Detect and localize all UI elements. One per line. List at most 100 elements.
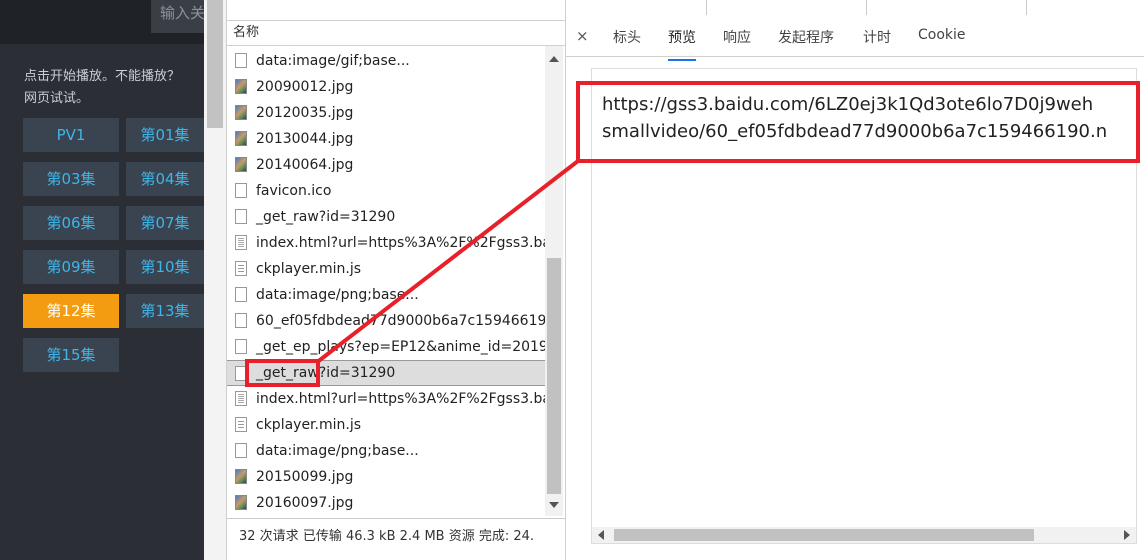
request-row[interactable]: data:image/gif;base... xyxy=(227,48,545,74)
ruler-tick xyxy=(866,0,867,15)
request-count: 32 次请求 xyxy=(239,529,299,544)
file-icon xyxy=(235,287,247,302)
episode-button-pv1[interactable]: PV1 xyxy=(23,118,119,152)
file-icon xyxy=(235,366,247,381)
playback-notice: 点击开始播放。不能播放？ 网页试试。 xyxy=(24,66,204,110)
notice-line-1: 点击开始播放。不能播放？ xyxy=(24,69,181,84)
file-icon xyxy=(235,209,247,224)
resource-size: 2.4 MB 资源 xyxy=(399,529,475,544)
request-detail-pane: × 标头 预览 响应 发起程序 计时 Cookie https://gss3.b… xyxy=(566,15,1144,560)
episode-button-09[interactable]: 第09集 xyxy=(23,250,119,284)
list-scrollbar-thumb[interactable] xyxy=(547,258,561,494)
episode-button-03[interactable]: 第03集 xyxy=(23,162,119,196)
request-name: _get_raw?id=31290 xyxy=(256,209,396,225)
preview-scrollbar-thumb[interactable] xyxy=(614,529,1034,541)
script-icon xyxy=(235,417,247,432)
request-name: data:image/png;base... xyxy=(256,287,419,303)
file-icon xyxy=(235,53,247,68)
list-scrollbar[interactable] xyxy=(545,46,563,516)
preview-horizontal-scrollbar[interactable] xyxy=(592,527,1136,543)
request-name: ckplayer.min.js xyxy=(256,261,362,277)
tab-cookies[interactable]: Cookie xyxy=(918,27,966,43)
image-icon xyxy=(235,131,247,146)
episode-button-01[interactable]: 第01集 xyxy=(126,118,204,152)
transferred-size: 已传输 46.3 kB xyxy=(302,529,396,544)
tab-response[interactable]: 响应 xyxy=(723,27,751,47)
request-row[interactable]: _get_ep_plays?ep=EP12&anime_id=2019000 xyxy=(227,334,545,360)
request-name: _get_ep_plays?ep=EP12&anime_id=2019000 xyxy=(256,339,545,355)
scroll-down-arrow-icon[interactable] xyxy=(549,502,559,508)
file-icon xyxy=(235,443,247,458)
request-name: _get_raw?id=31290 xyxy=(256,365,396,381)
request-name: index.html?url=https%3A%2F%2Fgss3.baid..… xyxy=(256,235,545,251)
request-row[interactable]: 20090012.jpg xyxy=(227,74,545,100)
request-row[interactable]: index.html?url=https%3A%2F%2Fgss3.baid..… xyxy=(227,230,545,256)
network-summary-bar: 32 次请求 已传输 46.3 kB 2.4 MB 资源 完成: 24. xyxy=(227,518,565,560)
episode-button-06[interactable]: 第06集 xyxy=(23,206,119,240)
request-row[interactable]: 20120035.jpg xyxy=(227,100,545,126)
episode-button-12-active[interactable]: 第12集 xyxy=(23,294,119,328)
page-scrollbar-thumb[interactable] xyxy=(207,0,223,128)
finish-time: 完成: 24. xyxy=(478,529,535,544)
request-row[interactable]: 20160097.jpg xyxy=(227,490,545,516)
request-name: ckplayer.min.js xyxy=(256,417,362,433)
episode-button-13[interactable]: 第13集 xyxy=(126,294,204,328)
request-row[interactable]: 20130044.jpg xyxy=(227,126,545,152)
request-name: index.html?url=https%3A%2F%2Fgss3.baid..… xyxy=(256,391,545,407)
ruler-tick xyxy=(706,0,707,15)
script-icon xyxy=(235,261,247,276)
preview-url-text[interactable]: https://gss3.baidu.com/6LZ0ej3k1Qd3ote6l… xyxy=(602,91,1107,145)
request-name: 20130044.jpg xyxy=(256,131,354,147)
request-row[interactable]: ckplayer.min.js xyxy=(227,256,545,282)
name-column-header[interactable]: 名称 xyxy=(227,20,565,46)
close-icon[interactable]: × xyxy=(576,27,589,45)
request-row[interactable]: 20140064.jpg xyxy=(227,152,545,178)
episode-button-07[interactable]: 第07集 xyxy=(126,206,204,240)
image-icon xyxy=(235,105,247,120)
request-name: 20140064.jpg xyxy=(256,157,354,173)
tab-preview[interactable]: 预览 xyxy=(668,27,696,61)
file-icon xyxy=(235,183,247,198)
request-name: data:image/gif;base... xyxy=(256,53,410,69)
preview-content: https://gss3.baidu.com/6LZ0ej3k1Qd3ote6l… xyxy=(591,68,1137,544)
request-name: 20120035.jpg xyxy=(256,105,354,121)
tab-headers[interactable]: 标头 xyxy=(613,27,641,47)
file-icon xyxy=(235,313,247,328)
document-icon xyxy=(235,235,247,250)
request-row[interactable]: index.html?url=https%3A%2F%2Fgss3.baid..… xyxy=(227,386,545,412)
url-line-2: smallvideo/60_ef05fdbdead77d9000b6a7c159… xyxy=(602,121,1108,142)
url-line-1: https://gss3.baidu.com/6LZ0ej3k1Qd3ote6l… xyxy=(602,94,1094,115)
video-site-panel: 输入关 点击开始播放。不能播放？ 网页试试。 PV1 第01集 第03集 第04… xyxy=(0,0,204,560)
page-scrollbar[interactable] xyxy=(204,0,226,560)
network-request-list: 名称 data:image/gif;base... 20090012.jpg 201… xyxy=(226,0,566,560)
image-icon xyxy=(235,79,247,94)
request-name: 20150099.jpg xyxy=(256,469,354,485)
request-row[interactable]: _get_raw?id=31290 xyxy=(227,204,545,230)
request-row[interactable]: favicon.ico xyxy=(227,178,545,204)
request-row-selected[interactable]: _get_raw?id=31290 xyxy=(227,360,545,386)
document-icon xyxy=(235,391,247,406)
image-icon xyxy=(235,469,247,484)
scroll-up-arrow-icon[interactable] xyxy=(549,56,559,62)
request-row[interactable]: 60_ef05fdbdead77d9000b6a7c159466190... xyxy=(227,308,545,334)
request-row[interactable]: data:image/png;base... xyxy=(227,282,545,308)
detail-tabs: × 标头 预览 响应 发起程序 计时 Cookie xyxy=(566,15,1144,61)
request-name: 60_ef05fdbdead77d9000b6a7c159466190... xyxy=(256,313,545,329)
request-name: favicon.ico xyxy=(256,183,332,199)
file-icon xyxy=(235,339,247,354)
image-icon xyxy=(235,495,247,510)
scroll-right-arrow-icon[interactable] xyxy=(1124,530,1130,540)
episode-button-10[interactable]: 第10集 xyxy=(126,250,204,284)
tab-timing[interactable]: 计时 xyxy=(863,27,891,47)
scroll-left-arrow-icon[interactable] xyxy=(598,530,604,540)
request-name: 20160097.jpg xyxy=(256,495,354,511)
request-name: data:image/png;base... xyxy=(256,443,419,459)
request-row[interactable]: 20150099.jpg xyxy=(227,464,545,490)
episode-button-04[interactable]: 第04集 xyxy=(126,162,204,196)
request-row[interactable]: data:image/png;base... xyxy=(227,438,545,464)
request-row[interactable]: ckplayer.min.js xyxy=(227,412,545,438)
site-search-input[interactable]: 输入关 xyxy=(151,0,204,33)
tab-initiator[interactable]: 发起程序 xyxy=(778,27,834,47)
episode-button-15[interactable]: 第15集 xyxy=(23,338,119,372)
image-icon xyxy=(235,157,247,172)
